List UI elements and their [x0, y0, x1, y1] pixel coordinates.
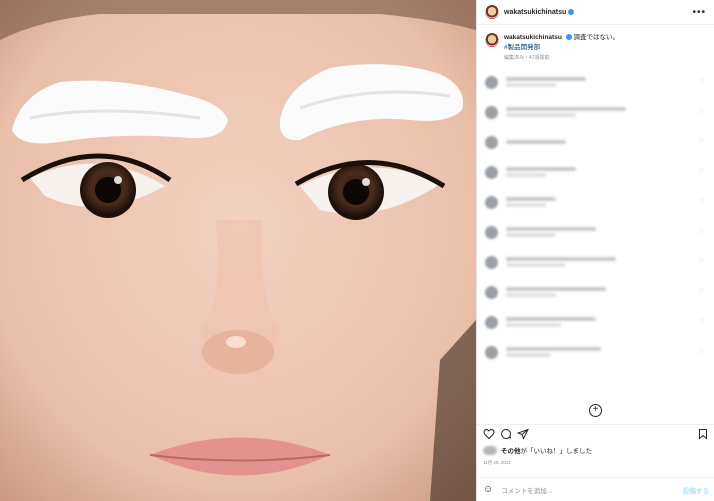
comment-body-blurred — [506, 255, 706, 269]
liker-avatar[interactable] — [483, 445, 497, 455]
comment-list: ♡ ♡ ♡ ♡ ♡ ♡ ♡ ♡ ♡ ♡ — [477, 63, 714, 371]
commenter-avatar[interactable] — [485, 315, 498, 329]
face-photo — [0, 0, 476, 501]
comment-body-blurred — [506, 138, 706, 146]
comment-row[interactable]: ♡ — [485, 277, 706, 307]
comment-row[interactable]: ♡ — [485, 187, 706, 217]
commenter-avatar[interactable] — [485, 285, 498, 299]
post-date: 11月 20, 2021 — [483, 460, 511, 465]
caption-meta: 編集済み・47週間前 — [504, 55, 550, 61]
comment-body-blurred — [506, 285, 706, 299]
comment-body-blurred — [506, 315, 706, 329]
likes-quoted: 「いいね！」 — [527, 448, 566, 455]
post-comment-button[interactable]: 投稿する — [683, 485, 709, 495]
post-header: wakatsukichinatsu ••• — [477, 0, 714, 25]
commenter-avatar[interactable] — [485, 105, 498, 119]
comment-like-icon[interactable]: ♡ — [699, 78, 704, 85]
comment-like-icon[interactable]: ♡ — [699, 258, 704, 265]
likes-line: その他 が「いいね！」 しました — [483, 445, 592, 455]
likes-others[interactable]: その他 — [501, 445, 521, 455]
comment-like-icon[interactable]: ♡ — [699, 198, 704, 205]
caption-username[interactable]: wakatsukichinatsu — [504, 34, 562, 41]
comment-body-blurred — [506, 195, 706, 209]
post-photo[interactable] — [0, 0, 476, 501]
caption-avatar[interactable] — [485, 33, 499, 47]
smiley-icon[interactable]: ☺ — [483, 484, 493, 495]
avatar[interactable] — [485, 5, 499, 19]
commenter-avatar[interactable] — [485, 195, 498, 209]
comment-body-blurred — [506, 165, 706, 179]
comment-row[interactable]: ♡ — [485, 337, 706, 367]
commenter-avatar[interactable] — [485, 345, 498, 359]
verified-icon — [565, 34, 572, 41]
hashtag-link[interactable]: #製品開発部 — [504, 43, 619, 53]
comment-body-blurred — [506, 345, 706, 359]
comment-like-icon[interactable]: ♡ — [699, 108, 704, 115]
more-horizontal-icon[interactable]: ••• — [692, 7, 706, 18]
comment-input[interactable]: コメントを追加... — [501, 485, 683, 495]
paper-plane-icon[interactable] — [517, 428, 529, 440]
username[interactable]: wakatsukichinatsu — [504, 9, 566, 16]
add-comment-bar: ☺ コメントを追加... 投稿する — [477, 477, 714, 501]
bookmark-icon[interactable] — [697, 428, 709, 440]
comment-icon[interactable] — [500, 428, 512, 440]
comment-body-blurred — [506, 75, 706, 89]
comment-row[interactable]: ♡ — [485, 247, 706, 277]
comment-like-icon[interactable]: ♡ — [699, 348, 704, 355]
comment-like-icon[interactable]: ♡ — [699, 288, 704, 295]
comment-row[interactable]: ♡ — [485, 157, 706, 187]
caption: wakatsukichinatsu 調査ではない。 #製品開発部 編集済み・47… — [477, 25, 714, 63]
commenter-avatar[interactable] — [485, 255, 498, 269]
comment-body-blurred — [506, 105, 706, 119]
comment-like-icon[interactable]: ♡ — [699, 138, 704, 145]
plus-circle-icon[interactable]: + — [589, 404, 602, 417]
commenter-avatar[interactable] — [485, 225, 498, 239]
comment-like-icon[interactable]: ♡ — [699, 318, 704, 325]
comment-row[interactable]: ♡ — [485, 67, 706, 97]
comment-row[interactable]: ♡ — [485, 307, 706, 337]
comment-like-icon[interactable]: ♡ — [699, 168, 704, 175]
verified-icon — [568, 9, 575, 15]
post-side-panel: wakatsukichinatsu ••• wakatsukichinatsu … — [476, 0, 714, 501]
heart-icon[interactable] — [483, 428, 495, 440]
caption-text: 調査ではない。 — [573, 34, 619, 41]
commenter-avatar[interactable] — [485, 135, 498, 149]
comment-row[interactable]: ♡ — [485, 127, 706, 157]
comment-row[interactable]: ♡ — [485, 217, 706, 247]
commenter-avatar[interactable] — [485, 165, 498, 179]
comment-like-icon[interactable]: ♡ — [699, 228, 704, 235]
comment-body-blurred — [506, 225, 706, 239]
commenter-avatar[interactable] — [485, 75, 498, 89]
action-bar — [477, 424, 714, 442]
comment-row[interactable]: ♡ — [485, 97, 706, 127]
